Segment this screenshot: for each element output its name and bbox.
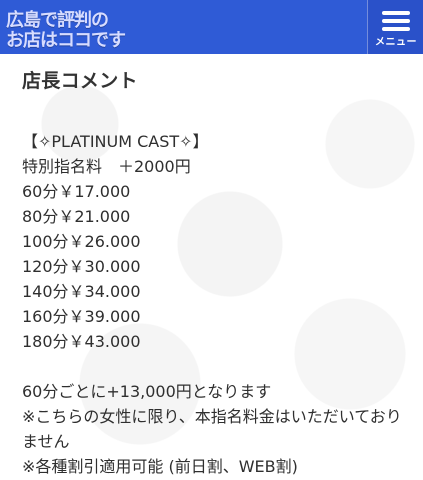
price-row: 100分￥26.000 (22, 232, 141, 251)
discount-note: ※各種割引適用可能 (前日割、WEB割) (22, 457, 298, 476)
price-row: 140分￥34.000 (22, 282, 141, 301)
menu-button[interactable]: メニュー (367, 0, 423, 54)
nomination-note: ※こちらの女性に限り、本指名料金はいただいておりません (22, 407, 402, 451)
plan-header: 【✧PLATINUM CAST✧】 (22, 132, 209, 151)
price-row: 120分￥30.000 (22, 257, 141, 276)
nomination-fee: 特別指名料 ＋2000円 (22, 157, 191, 176)
manager-comment-text: 【✧PLATINUM CAST✧】 特別指名料 ＋2000円 60分￥17.00… (22, 129, 412, 479)
content-area: 店長コメント 【✧PLATINUM CAST✧】 特別指名料 ＋2000円 60… (0, 54, 423, 480)
site-logo[interactable]: 広島で評判の お店はココです (6, 6, 136, 51)
price-row: 180分￥43.000 (22, 332, 141, 351)
hamburger-bar (382, 11, 410, 15)
hamburger-bar (382, 19, 410, 23)
price-row: 160分￥39.000 (22, 307, 141, 326)
price-row: 60分￥17.000 (22, 182, 131, 201)
hamburger-icon (382, 11, 410, 31)
section-title: 店長コメント (22, 70, 138, 92)
hamburger-bar (382, 27, 410, 31)
price-row: 80分￥21.000 (22, 207, 131, 226)
extension-note: 60分ごとに+13,000円となります (22, 382, 272, 401)
menu-label: メニュー (375, 37, 417, 48)
site-header: 広島で評判の お店はココです メニュー (0, 0, 423, 54)
logo-line2: お店はココです (6, 30, 126, 51)
